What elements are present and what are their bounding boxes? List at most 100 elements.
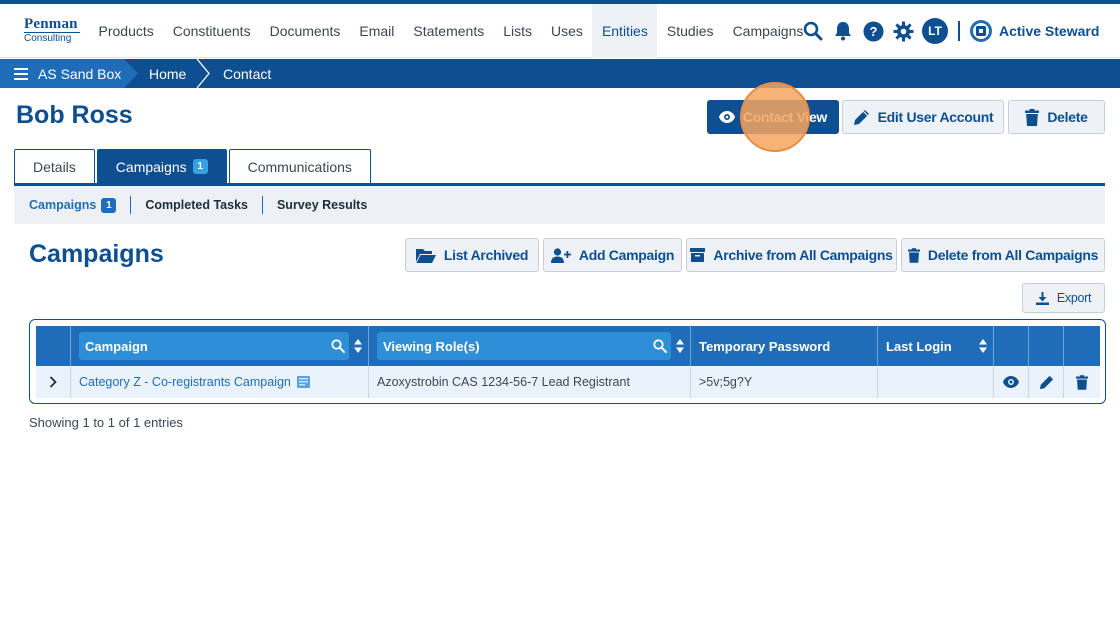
delete-all-campaigns-label: Delete from All Campaigns xyxy=(927,247,1099,263)
book-icon xyxy=(296,376,310,388)
tab-communications-label: Communications xyxy=(247,158,352,175)
download-icon xyxy=(1035,291,1049,305)
breadcrumb: AS Sand Box Home Contact xyxy=(0,59,1120,88)
sort-icon[interactable] xyxy=(979,339,987,353)
export-label: Export xyxy=(1056,291,1092,305)
eye-icon xyxy=(1003,376,1019,388)
nav-item-documents[interactable]: Documents xyxy=(260,4,350,58)
subtab-divider xyxy=(130,196,132,214)
nav-item-statements[interactable]: Statements xyxy=(404,4,494,58)
breadcrumb-chevron-icon xyxy=(124,59,138,88)
main-nav: Products Constituents Documents Email St… xyxy=(89,4,813,58)
search-icon[interactable] xyxy=(800,18,826,44)
breadcrumb-home[interactable]: Home xyxy=(149,59,186,88)
subtab-completed-tasks[interactable]: Completed Tasks xyxy=(145,198,248,212)
delete-all-campaigns-button[interactable]: Delete from All Campaigns xyxy=(901,238,1105,272)
header-edit-cell xyxy=(1029,326,1064,366)
bell-icon[interactable] xyxy=(830,18,856,44)
header-last-login-label: Last Login xyxy=(886,338,952,354)
breadcrumb-root-label: AS Sand Box xyxy=(38,65,122,82)
list-archived-label: List Archived xyxy=(443,247,529,263)
header-campaign[interactable]: Campaign xyxy=(71,326,369,366)
campaign-name-link[interactable]: Category Z - Co-registrants Campaign xyxy=(71,366,369,398)
delete-button[interactable]: Delete xyxy=(1008,100,1105,134)
tab-campaigns-label: Campaigns xyxy=(115,158,187,175)
entity-tabs: Details Campaigns 1 Communications xyxy=(14,149,373,183)
table-row: Category Z - Co-registrants Campaign Azo… xyxy=(36,366,1100,398)
brand-name: Active Steward xyxy=(999,23,1100,39)
tab-communications[interactable]: Communications xyxy=(228,149,371,183)
edit-row-button[interactable] xyxy=(1029,366,1064,398)
subtab-campaigns-badge: 1 xyxy=(101,197,117,213)
export-button[interactable]: Export xyxy=(1022,283,1105,313)
logo-line-2: Consulting xyxy=(24,32,80,44)
header-temporary-password-label: Temporary Password xyxy=(699,338,831,354)
contact-view-button[interactable]: Contact View xyxy=(707,100,839,134)
trash-icon xyxy=(1025,108,1040,126)
nav-item-lists[interactable]: Lists xyxy=(494,4,542,58)
subtab-divider xyxy=(261,196,263,214)
page-title: Bob Ross xyxy=(16,101,133,129)
campaigns-count-badge: 1 xyxy=(192,159,208,174)
add-campaign-button[interactable]: Add Campaign xyxy=(543,238,682,272)
viewing-roles-column-search[interactable]: Viewing Role(s) xyxy=(377,332,671,360)
trash-icon xyxy=(1076,374,1088,390)
top-header: Penman Consulting Products Constituents … xyxy=(0,4,1120,58)
trash-icon xyxy=(907,247,920,263)
search-icon xyxy=(331,339,345,353)
edit-user-account-button[interactable]: Edit User Account xyxy=(842,100,1004,134)
viewing-roles-cell: Azoxystrobin CAS 1234-56-7 Lead Registra… xyxy=(369,366,691,398)
search-icon xyxy=(653,339,667,353)
nav-item-constituents[interactable]: Constituents xyxy=(163,4,260,58)
nav-item-products[interactable]: Products xyxy=(89,4,163,58)
nav-item-entities[interactable]: Entities xyxy=(592,4,658,58)
header-last-login[interactable]: Last Login xyxy=(878,326,994,366)
sort-icon[interactable] xyxy=(676,339,684,353)
chevron-right-icon xyxy=(49,376,57,388)
nav-item-email[interactable]: Email xyxy=(350,4,404,58)
header-delete-cell xyxy=(1064,326,1100,366)
penman-logo[interactable]: Penman Consulting xyxy=(24,17,80,45)
expand-row-button[interactable] xyxy=(36,366,71,398)
campaigns-table: Campaign Viewing Role(s) Temporary Passw… xyxy=(29,319,1106,404)
last-login-cell xyxy=(878,366,994,398)
tab-campaigns[interactable]: Campaigns 1 xyxy=(96,149,227,183)
help-icon[interactable]: ? xyxy=(860,18,886,44)
gear-icon[interactable] xyxy=(890,18,916,44)
add-campaign-label: Add Campaign xyxy=(578,247,675,263)
breadcrumb-current: Contact xyxy=(223,65,272,82)
tab-details[interactable]: Details xyxy=(14,149,95,183)
nav-item-uses[interactable]: Uses xyxy=(542,4,593,58)
folder-open-icon xyxy=(415,248,436,263)
campaign-column-search[interactable]: Campaign xyxy=(79,332,349,360)
subtab-campaigns[interactable]: Campaigns 1 xyxy=(29,197,117,213)
tab-details-label: Details xyxy=(33,158,76,175)
archive-box-icon xyxy=(690,248,706,262)
delete-label: Delete xyxy=(1047,109,1088,125)
view-row-button[interactable] xyxy=(994,366,1029,398)
archive-all-campaigns-button[interactable]: Archive from All Campaigns xyxy=(686,238,897,272)
campaign-name: Category Z - Co-registrants Campaign xyxy=(79,375,291,389)
pencil-icon xyxy=(853,109,869,125)
list-archived-button[interactable]: List Archived xyxy=(405,238,539,272)
edit-user-account-label: Edit User Account xyxy=(877,109,994,125)
subtab-survey-results[interactable]: Survey Results xyxy=(277,198,367,212)
header-viewing-roles[interactable]: Viewing Role(s) xyxy=(369,326,691,366)
breadcrumb-root[interactable]: AS Sand Box xyxy=(0,59,124,88)
user-plus-icon xyxy=(550,247,571,263)
table-entries-info: Showing 1 to 1 of 1 entries xyxy=(29,415,183,430)
header-divider xyxy=(958,21,960,41)
active-steward-logo-icon xyxy=(970,20,992,42)
delete-row-button[interactable] xyxy=(1064,366,1100,398)
user-avatar[interactable]: LT xyxy=(922,18,948,44)
eye-icon xyxy=(718,111,735,123)
sort-icon[interactable] xyxy=(354,339,362,353)
header-viewing-roles-label: Viewing Role(s) xyxy=(383,338,480,354)
logo-line-1: Penman xyxy=(24,16,78,32)
nav-item-studies[interactable]: Studies xyxy=(657,4,723,58)
breadcrumb-chevron-icon xyxy=(196,59,210,88)
svg-text:?: ? xyxy=(869,24,877,39)
active-steward-brand[interactable]: Active Steward xyxy=(969,19,1099,43)
header-expand-cell xyxy=(36,326,71,366)
contact-view-label: Contact View xyxy=(742,109,828,125)
